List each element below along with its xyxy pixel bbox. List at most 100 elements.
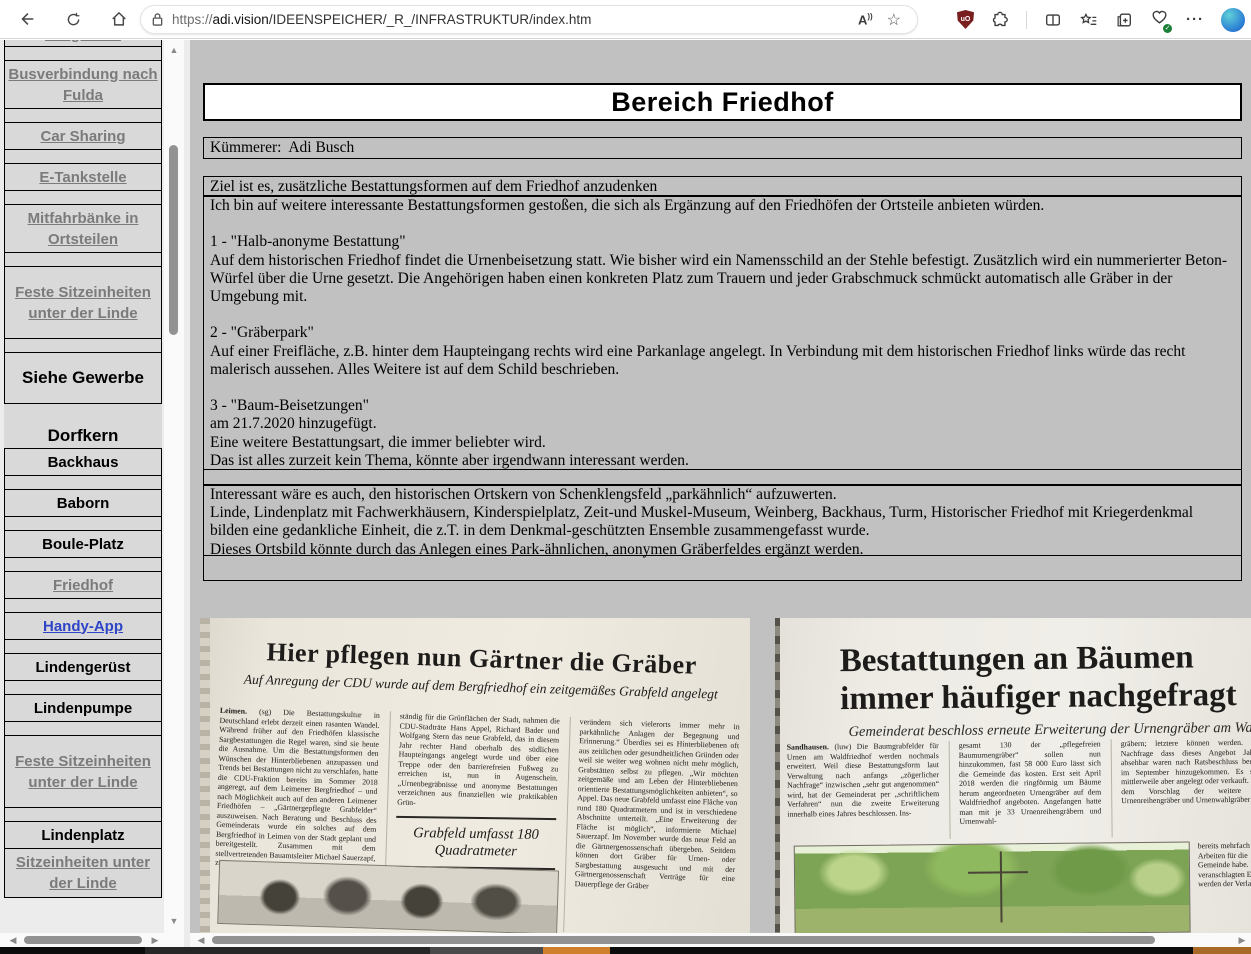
body-line: 2 - "Gräberpark" bbox=[210, 324, 1235, 342]
sidebar-item-feste-sitzeinheiten-1[interactable]: Feste Sitzeinheiten unter der Linde bbox=[4, 266, 162, 340]
collections-favorites-icon[interactable] bbox=[1079, 11, 1098, 29]
home-icon bbox=[110, 10, 128, 28]
scroll-down-arrow-icon[interactable]: ▼ bbox=[164, 913, 184, 929]
sidebar-item-lindenpumpe: Lindenpumpe bbox=[4, 694, 162, 723]
favorite-star-button[interactable]: ☆ bbox=[887, 10, 901, 30]
taskbar-segment bbox=[1193, 947, 1251, 954]
main-horizontal-scrollbar[interactable]: ◀ ▶ bbox=[190, 933, 1251, 947]
sidebar-hscroll-thumb[interactable] bbox=[24, 936, 142, 944]
sidebar-gap bbox=[4, 404, 162, 424]
right-article-photo bbox=[794, 841, 1191, 934]
body-line: Auf dem historischen Friedhof findet die… bbox=[210, 252, 1235, 307]
back-button[interactable] bbox=[10, 4, 44, 34]
sidebar-item-handy-app[interactable]: Handy-App bbox=[4, 612, 162, 641]
taskbar-segment bbox=[145, 947, 430, 954]
refresh-button[interactable] bbox=[56, 4, 90, 34]
note-line: Interessant wäre es auch, den historisch… bbox=[210, 486, 1235, 504]
navigation-sidebar: Bürgerbus Busverbindung nach Fulda Car S… bbox=[0, 40, 190, 947]
refresh-icon bbox=[65, 11, 82, 28]
main-hscroll-thumb[interactable] bbox=[212, 936, 1155, 944]
sidebar-item-friedhof[interactable]: Friedhof bbox=[4, 571, 162, 600]
sidebar-heading-dorfkern: Dorfkern bbox=[4, 424, 162, 448]
page-title-box: Bereich Friedhof bbox=[203, 83, 1242, 121]
content-rows: Ziel ist es, zusätzliche Bestattungsform… bbox=[203, 177, 1242, 581]
kuemmerer-box: Kümmerer: Adi Busch bbox=[203, 137, 1242, 159]
split-screen-icon[interactable] bbox=[1044, 11, 1062, 29]
newspaper-scans: Hier pflegen nun Gärtner die Gräber Auf … bbox=[190, 618, 1251, 934]
left-article-photo bbox=[217, 860, 559, 934]
add-tab-collections-icon[interactable] bbox=[1115, 11, 1133, 29]
sidebar-item-sitzeinheiten-linde[interactable]: Sitzeinheiten unter der Linde bbox=[4, 848, 162, 898]
body-line: am 21.7.2020 hinzugefügt. bbox=[210, 415, 1235, 433]
url-protocol: https:// bbox=[172, 12, 213, 27]
right-article-column-3: gräbern; letztere können werden. Die Nac… bbox=[1111, 738, 1251, 838]
sidebar-item-lindengeruest: Lindengerüst bbox=[4, 653, 162, 682]
left-article-column-1: Leimen. (sg) Die Bestattungskultur in De… bbox=[215, 706, 380, 876]
body-line bbox=[210, 215, 1235, 233]
body-line: Eine weitere Bestattungsart, die immer b… bbox=[210, 434, 1235, 452]
page-title: Bereich Friedhof bbox=[611, 87, 834, 118]
url-text: https://adi.vision/IDEENSPEICHER/_R_/INF… bbox=[172, 12, 591, 27]
torn-edge-right-paper bbox=[775, 618, 780, 934]
pull-quote-inset: Grabfeld umfasst 180 Quadratmeter bbox=[396, 816, 557, 870]
goal-row: Ziel ist es, zusätzliche Bestattungsform… bbox=[203, 176, 1242, 197]
essentials-check-badge: ✓ bbox=[1163, 24, 1172, 33]
address-bar[interactable]: https://adi.vision/IDEENSPEICHER/_R_/INF… bbox=[140, 5, 918, 34]
sidebar-vscroll-thumb[interactable] bbox=[169, 145, 178, 335]
scroll-left-arrow-icon[interactable]: ◀ bbox=[6, 933, 20, 947]
taskbar-segment bbox=[543, 947, 610, 954]
profile-avatar[interactable] bbox=[1221, 8, 1245, 32]
body-line: 3 - "Baum-Beisetzungen" bbox=[210, 397, 1235, 415]
scroll-right-arrow-icon[interactable]: ▶ bbox=[1235, 933, 1249, 947]
left-article-column-3: verändern sich vielerorts immer mehr in … bbox=[563, 717, 740, 934]
browser-essentials-button[interactable]: ✓ bbox=[1150, 8, 1169, 31]
scroll-up-arrow-icon[interactable]: ▲ bbox=[164, 42, 184, 58]
extension-icon[interactable] bbox=[991, 11, 1009, 29]
right-article-column-1: Sandhausen. (luw) Die Baumgrabfelder für… bbox=[787, 741, 940, 841]
body-line: 1 - "Halb-anonyme Bestattung" bbox=[210, 233, 1235, 251]
sidebar-item-feste-sitzeinheiten-2[interactable]: Feste Sitzeinheiten unter der Linde bbox=[4, 735, 162, 809]
browser-toolbar: https://adi.vision/IDEENSPEICHER/_R_/INF… bbox=[0, 0, 1251, 39]
ublock-extension-icon[interactable]: uO bbox=[957, 10, 974, 29]
right-article-column-2: gesamt 130 der „pflegefreien Baumurnengr… bbox=[949, 739, 1102, 839]
sidebar-item-lindenplatz: Lindenplatz bbox=[4, 821, 162, 850]
body-line bbox=[210, 306, 1235, 324]
body-line: Auf einer Freifläche, z.B. hinter dem Ha… bbox=[210, 343, 1235, 379]
browser-window: https://adi.vision/IDEENSPEICHER/_R_/INF… bbox=[0, 0, 1251, 954]
right-article-headline-line1: Bestattungen an Bäumen bbox=[782, 637, 1251, 680]
read-aloud-button[interactable]: A)) bbox=[858, 12, 873, 27]
right-article-dateline: Sandhausen. bbox=[787, 742, 829, 751]
sidebar-item-siehe-gewerbe: Siehe Gewerbe bbox=[4, 352, 162, 404]
settings-more-button[interactable]: ··· bbox=[1186, 11, 1204, 28]
back-icon bbox=[18, 10, 36, 28]
body-line bbox=[210, 379, 1235, 397]
sidebar-item-backhaus: Backhaus bbox=[4, 448, 162, 477]
right-article-headline-line2: immer häufiger nachgefragt bbox=[782, 675, 1251, 718]
url-host: adi.vision bbox=[213, 12, 269, 27]
newspaper-article-right: Bestattungen an Bäumen immer häufiger na… bbox=[775, 618, 1251, 934]
body-line: Das ist alles zurzeit kein Thema, könnte… bbox=[210, 452, 1235, 470]
body-row: Ich bin auf weitere interessante Bestatt… bbox=[203, 195, 1242, 470]
newspaper-article-left: Hier pflegen nun Gärtner die Gräber Auf … bbox=[200, 618, 750, 934]
right-article-column-3-continued: bereits mehrfach Arbeiten für die Gemein… bbox=[1198, 841, 1251, 933]
page-content: Bürgerbus Busverbindung nach Fulda Car S… bbox=[0, 40, 1251, 947]
note-line: Linde, Lindenplatz mit Fachwerkhäusern, … bbox=[210, 504, 1235, 540]
lock-icon bbox=[151, 12, 164, 27]
sidebar-item-baborn: Baborn bbox=[4, 489, 162, 518]
sidebar-vertical-scrollbar[interactable]: ▲ ▼ bbox=[164, 40, 184, 933]
scroll-left-arrow-icon[interactable]: ◀ bbox=[194, 933, 208, 947]
toolbar-divider bbox=[1026, 11, 1027, 29]
scroll-right-arrow-icon[interactable]: ▶ bbox=[148, 933, 162, 947]
sidebar-item-e-tankstelle[interactable]: E-Tankstelle bbox=[4, 163, 162, 192]
sidebar-item-mitfahrbaenke[interactable]: Mitfahrbänke in Ortsteilen bbox=[4, 204, 162, 254]
taskbar-segment bbox=[430, 947, 543, 954]
left-article-dateline: Leimen. bbox=[220, 706, 247, 716]
home-button[interactable] bbox=[102, 4, 136, 34]
sidebar-horizontal-scrollbar[interactable]: ◀ ▶ bbox=[0, 933, 184, 947]
url-path: /IDEENSPEICHER/_R_/INFRASTRUKTUR/index.h… bbox=[269, 12, 592, 27]
sidebar-item-car-sharing[interactable]: Car Sharing bbox=[4, 122, 162, 151]
taskbar-sliver bbox=[0, 947, 1251, 954]
spacer-row bbox=[203, 469, 1242, 486]
sidebar-item-busverbindung[interactable]: Busverbindung nach Fulda bbox=[4, 60, 162, 110]
main-content-frame: Bereich Friedhof Kümmerer: Adi Busch Zie… bbox=[190, 40, 1251, 947]
